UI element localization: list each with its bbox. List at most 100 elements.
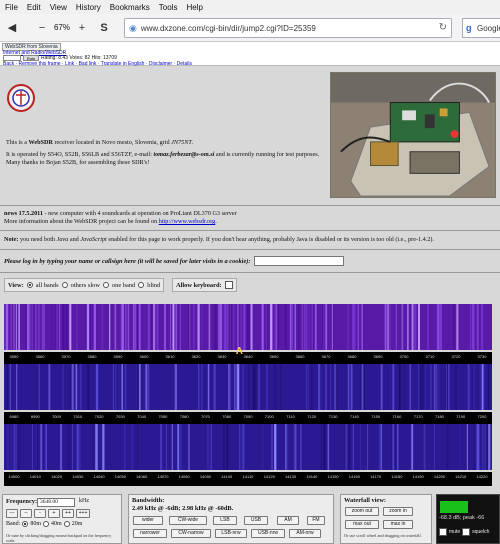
tune-down-2-button[interactable]: -- xyxy=(20,509,32,518)
freq-tick-label: 14050 xyxy=(114,474,126,479)
search-field[interactable]: g Google xyxy=(462,18,500,38)
narrower-button[interactable]: narrower xyxy=(133,529,167,538)
signal-trace xyxy=(331,304,333,350)
signal-trace xyxy=(308,304,310,350)
usb-nrw-button[interactable]: USB-nrw xyxy=(251,529,285,538)
signal-trace xyxy=(306,364,308,410)
url-bar[interactable]: ◉ www.dxzone.com/cgi-bin/dir/jump2.cgi?I… xyxy=(124,18,452,38)
zoom-out-wf-button[interactable]: zoom out xyxy=(345,507,379,516)
waterfall-80m-image[interactable] xyxy=(4,304,492,350)
signal-trace xyxy=(223,424,225,470)
max-out-button[interactable]: max out xyxy=(345,520,379,529)
signal-trace xyxy=(387,304,389,350)
signal-trace xyxy=(208,364,209,410)
signal-trace xyxy=(327,424,330,470)
band-40m-radio[interactable] xyxy=(43,521,50,527)
signal-trace xyxy=(419,364,422,410)
freq-tick-label: 7180 xyxy=(435,414,444,419)
signal-trace xyxy=(488,424,491,470)
lsb-button[interactable]: LSB xyxy=(213,516,237,525)
signal-trace xyxy=(174,364,177,410)
addon-icon[interactable]: S xyxy=(96,20,112,36)
tuning-marker-icon[interactable]: Λ xyxy=(236,346,243,357)
signal-trace xyxy=(484,424,487,470)
signal-trace xyxy=(347,304,349,350)
zoom-in-wf-button[interactable]: zoom in xyxy=(383,507,413,516)
signal-trace xyxy=(17,424,19,470)
signal-trace xyxy=(422,364,424,410)
signal-trace xyxy=(321,424,323,470)
back-icon[interactable]: ◀ xyxy=(4,20,20,36)
freq-tick-label: 14090 xyxy=(199,474,212,479)
zoom-in-button[interactable]: + xyxy=(74,20,90,36)
cw-wide-button[interactable]: CW-wide xyxy=(169,516,207,525)
squelch-checkbox[interactable] xyxy=(462,528,471,536)
band-80m-radio[interactable] xyxy=(22,521,29,527)
menu-item-edit[interactable]: Edit xyxy=(27,3,41,12)
am-button[interactable]: AM xyxy=(277,516,299,525)
lsb-nrw-button[interactable]: LSB-nrw xyxy=(215,529,247,538)
signal-trace xyxy=(250,304,253,350)
freq-tick-label: 7140 xyxy=(349,414,359,419)
menu-item-history[interactable]: History xyxy=(76,3,101,12)
signal-trace xyxy=(13,424,15,470)
signal-level-text: -68.3 dB; peak -66 xyxy=(439,515,485,521)
max-in-button[interactable]: max in xyxy=(383,520,413,529)
signal-trace xyxy=(15,424,18,470)
view-all-bands-radio[interactable] xyxy=(26,282,33,288)
fm-button[interactable]: FM xyxy=(307,516,325,525)
view-blind-radio[interactable] xyxy=(138,282,145,288)
freq-tick-label: 14200 xyxy=(433,474,446,479)
tune-down-3-button[interactable]: --- xyxy=(6,509,18,518)
waterfall-40m-image[interactable] xyxy=(4,364,492,410)
usb-button[interactable]: USB xyxy=(244,516,268,525)
freq-tick-label: 14040 xyxy=(93,474,105,479)
tune-up-1-button[interactable]: + xyxy=(48,509,60,518)
menu-item-tools[interactable]: Tools xyxy=(159,3,178,12)
menu-item-file[interactable]: File xyxy=(5,3,18,12)
websdr-link[interactable]: http://www.websdr.org xyxy=(159,218,216,225)
signal-trace xyxy=(72,364,74,410)
menu-item-bookmarks[interactable]: Bookmarks xyxy=(110,3,150,12)
divider xyxy=(0,249,500,250)
waterfall-20m[interactable]: 14000 14010 14020 14030 14040 14050 14060 14070… xyxy=(4,424,492,486)
tune-up-2-button[interactable]: ++ xyxy=(62,509,74,518)
signal-trace xyxy=(477,424,480,470)
signal-trace xyxy=(138,304,141,350)
callsign-input[interactable] xyxy=(253,256,344,266)
intro-text: This is a WebSDR receiver located in Nov… xyxy=(6,139,324,171)
tune-up-3-button[interactable]: +++ xyxy=(76,509,90,518)
freq-tick-label: 3700 xyxy=(399,354,409,359)
menu-item-help[interactable]: Help xyxy=(186,3,202,12)
freq-scale-20m[interactable]: 14000 14010 14020 14030 14040 14050 14060 14070… xyxy=(4,472,492,486)
signal-trace xyxy=(363,364,365,410)
view-one-band-radio[interactable] xyxy=(102,282,109,288)
signal-trace xyxy=(124,364,127,410)
signal-trace xyxy=(193,304,195,350)
signal-trace xyxy=(485,424,488,470)
tune-down-1-button[interactable]: - xyxy=(34,509,46,518)
signal-trace xyxy=(78,424,81,470)
band-20m-radio[interactable] xyxy=(63,521,70,527)
am-nrw-button[interactable]: AM-nrw xyxy=(289,529,321,538)
waterfall-40m[interactable]: 6980 6990 7000 7010 7020 7030 7040 7050 7060 7070… xyxy=(4,364,492,426)
menu-item-view[interactable]: View xyxy=(50,3,67,12)
signal-trace xyxy=(466,424,468,470)
signal-trace xyxy=(274,424,277,470)
cw-narrow-button[interactable]: CW-narrow xyxy=(171,529,211,538)
signal-trace xyxy=(242,424,244,470)
frequency-input[interactable]: 3648.00 xyxy=(37,498,75,507)
zoom-out-button[interactable]: − xyxy=(34,20,50,36)
wider-button[interactable]: wider xyxy=(133,516,163,525)
view-others-slow-radio[interactable] xyxy=(61,282,68,288)
waterfall-20m-image[interactable] xyxy=(4,424,492,470)
signal-trace xyxy=(389,304,391,350)
waterfall-80m[interactable]: 3550 3560 3570 3580 3590 3600 3610 3620 3630 3640… xyxy=(4,304,492,366)
signal-trace xyxy=(66,304,68,350)
freq-tick-label: 7110 xyxy=(286,414,295,419)
reload-icon[interactable]: ↻ xyxy=(439,22,447,33)
signal-trace xyxy=(343,424,346,470)
allow-keyboard-checkbox[interactable] xyxy=(224,281,233,289)
mute-checkbox[interactable] xyxy=(439,528,447,536)
signal-trace xyxy=(121,304,124,350)
